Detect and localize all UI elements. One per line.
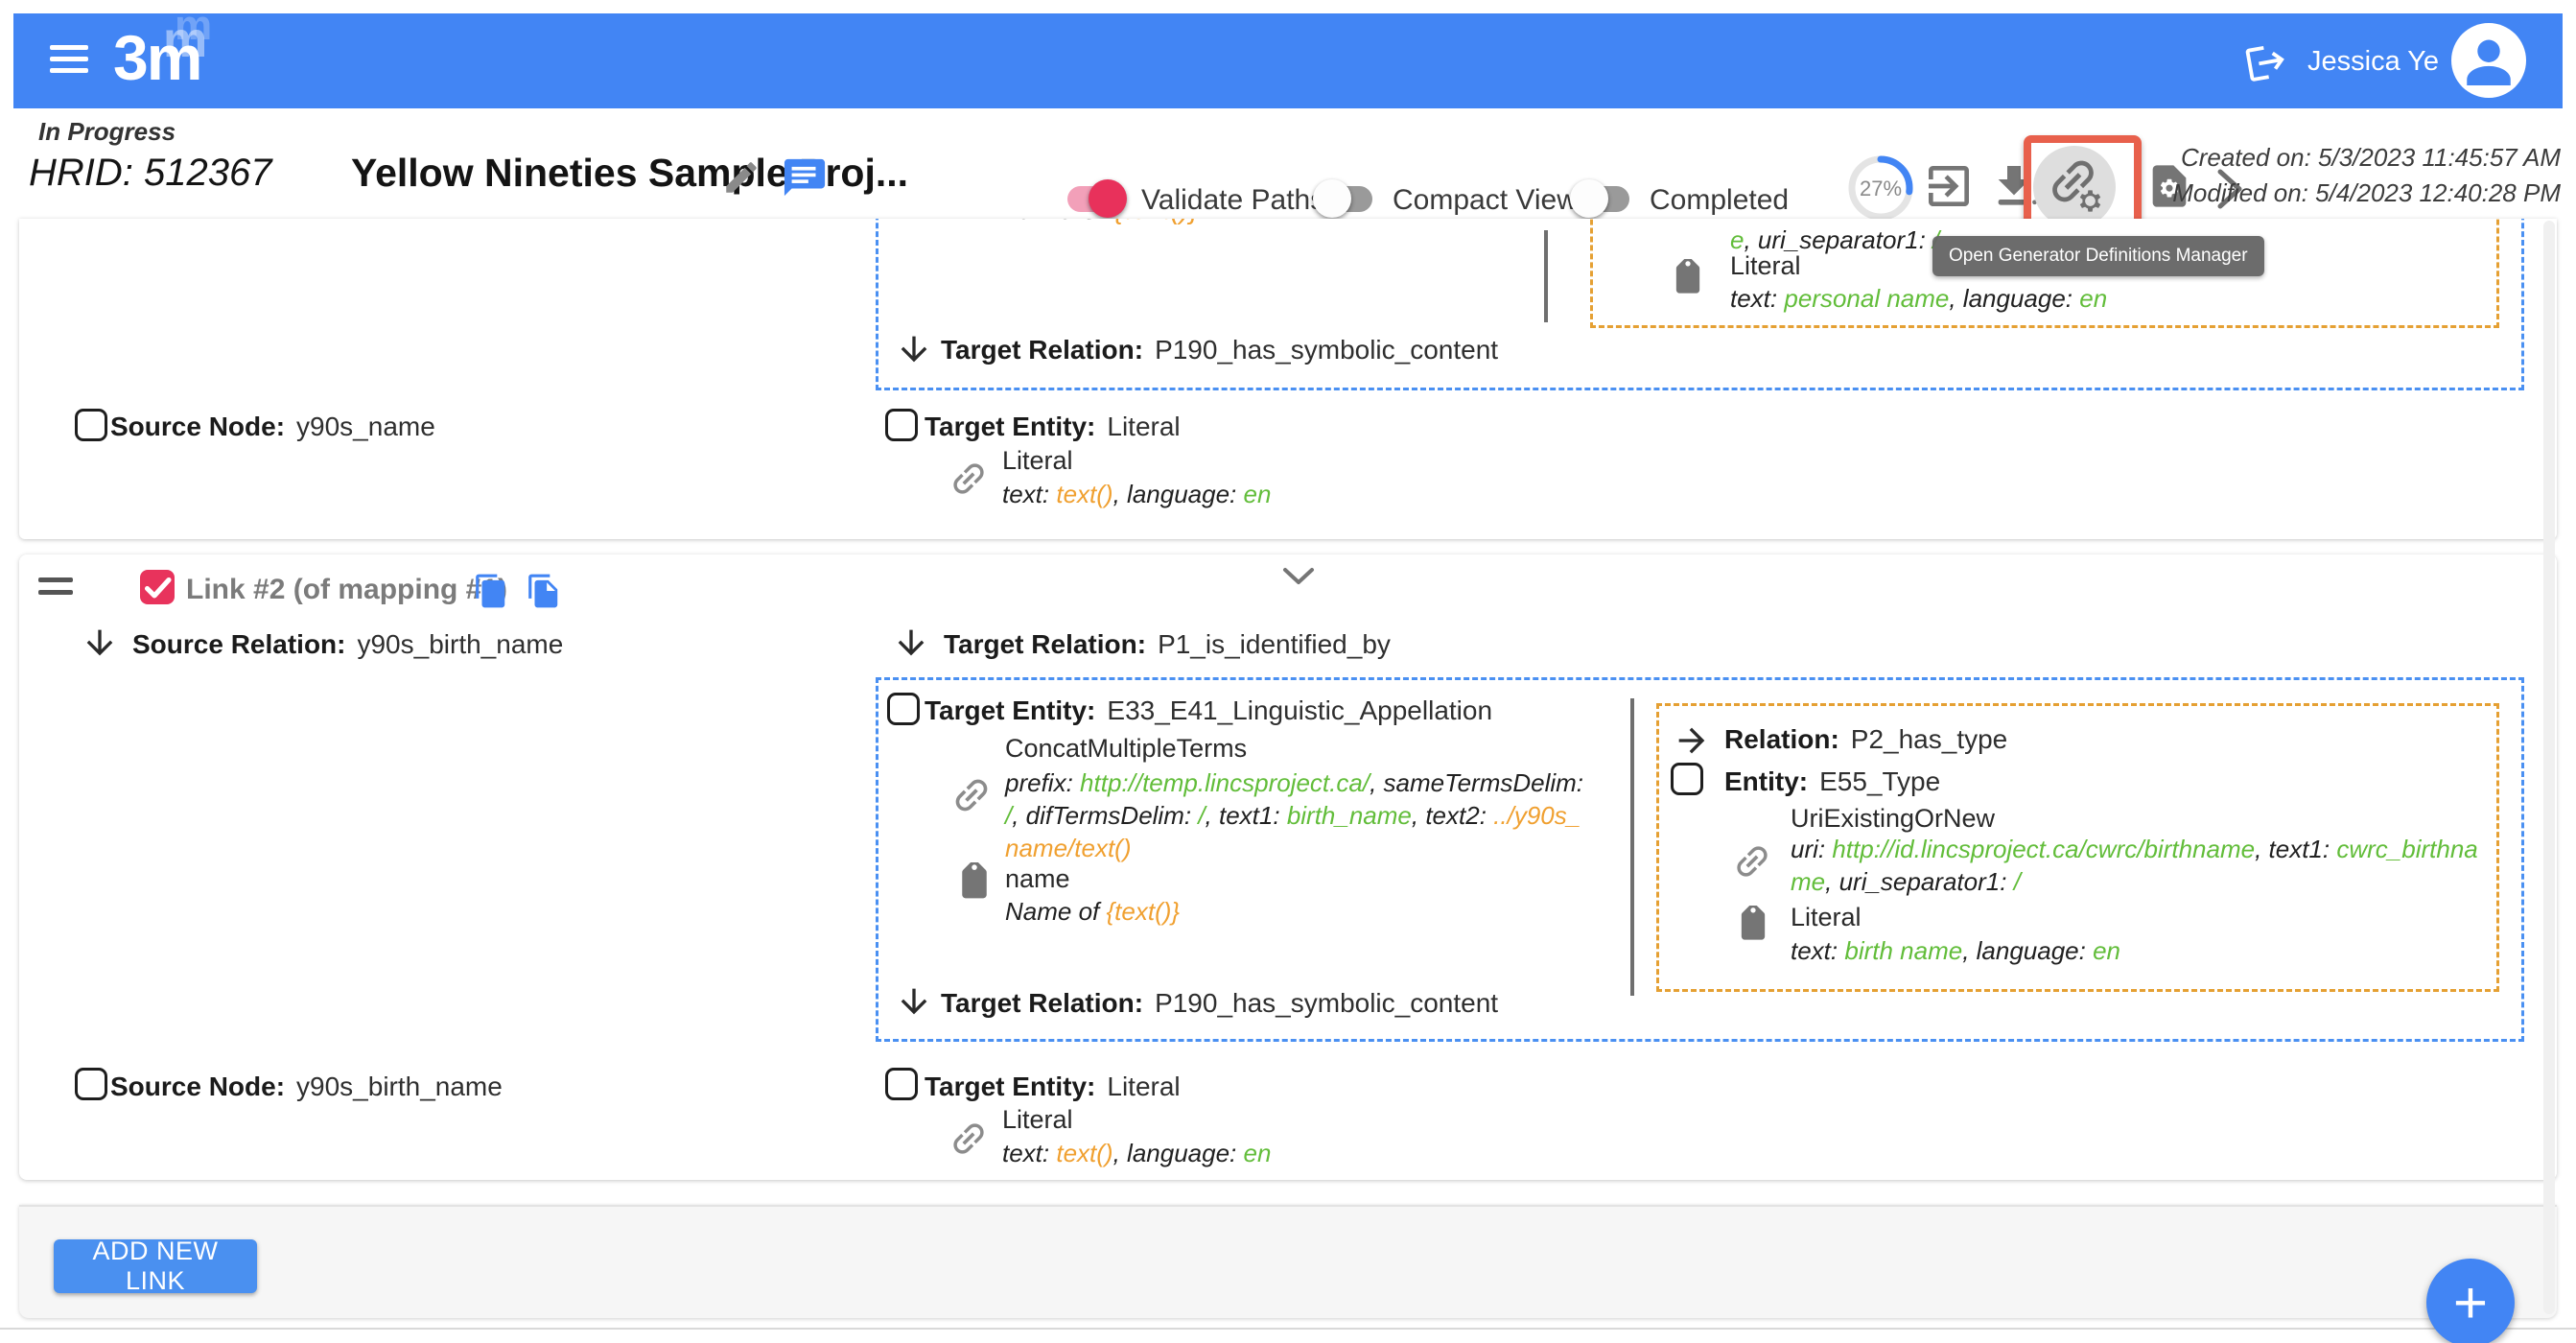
- tag-icon: [1668, 259, 1708, 299]
- intermediate-relation-value: P2_has_type: [1851, 724, 2007, 754]
- generator-line: prefix: http://temp.lincsproject.ca/, sa…: [1005, 766, 1590, 864]
- link-selected-checkbox[interactable]: [140, 570, 175, 604]
- down-arrow-icon: [895, 980, 933, 1023]
- label-generator-line: text: personal name, language: en: [1730, 282, 2107, 315]
- target-relation-row: Target Relation: P190_has_symbolic_conten…: [941, 335, 1498, 365]
- label-generator-line: Name of {text()}: [1005, 895, 1180, 928]
- completed-toggle[interactable]: [1574, 182, 1629, 215]
- target-entity-row: Target Entity:E33_E41_Linguistic_Appella…: [925, 695, 1492, 726]
- source-node-value: y90s_birth_name: [296, 1072, 503, 1101]
- scrollbar-track[interactable]: [2543, 221, 2555, 1314]
- down-arrow-icon: [895, 328, 933, 370]
- app-root: m m 3m Jessica Ye In Progress HRID: 5123…: [0, 0, 2576, 1343]
- compact-view-label: Compact View: [1393, 184, 1578, 217]
- link-chain-icon: [948, 449, 990, 508]
- import-mapping-icon[interactable]: [1922, 159, 1976, 213]
- intermediate-entity-value: E55_Type: [1819, 766, 1940, 796]
- tag-icon: [953, 862, 995, 905]
- app-logo[interactable]: m m 3m: [113, 19, 257, 104]
- progress-ring: 27%: [1843, 151, 1918, 225]
- link2-card: Link #2 (of mapping #1) Source Relation:…: [19, 554, 2557, 1180]
- target-entity-checkbox[interactable]: [887, 693, 920, 725]
- intermediate-entity-checkbox[interactable]: [1671, 763, 1703, 795]
- add-mapping-fab[interactable]: +: [2426, 1259, 2515, 1343]
- app-bar: m m 3m Jessica Ye: [13, 13, 2563, 108]
- literal-generator-line: text: text(), language: en: [1002, 1137, 1271, 1169]
- link-chain-icon: [1731, 833, 1773, 890]
- target-relation-top-value: P1_is_identified_by: [1158, 629, 1391, 659]
- literal-generator-name: Literal: [1002, 446, 1073, 476]
- source-node-row: Source Node:y90s_name: [110, 412, 435, 442]
- down-arrow-icon: [892, 622, 930, 664]
- target-relation-value: P190_has_symbolic_content: [1155, 335, 1498, 365]
- validate-paths-toggle[interactable]: [1067, 182, 1123, 215]
- down-arrow-icon: [81, 622, 119, 664]
- logout-icon[interactable]: [2240, 36, 2291, 87]
- hrid-label: HRID: 512367: [29, 152, 271, 195]
- target-relation-bottom-row: Target Relation:P190_has_symbolic_conten…: [941, 988, 1498, 1019]
- source-node-value: y90s_name: [296, 412, 435, 441]
- target-entity-bottom-value: Literal: [1107, 1072, 1180, 1101]
- literal-generator-line: text: text(), language: en: [1002, 478, 1271, 510]
- footer-band: [19, 1205, 2557, 1318]
- literal-generator-name: Literal: [1002, 1105, 1073, 1135]
- hamburger-menu-icon[interactable]: [50, 45, 88, 77]
- created-modified: Created on: 5/3/2023 11:45:57 AM Modifie…: [2172, 140, 2561, 211]
- generator-name: UriExistingOrNew: [1791, 804, 1995, 834]
- generator-line: uri: http://id.lincsproject.ca/cwrc/birt…: [1791, 833, 2486, 898]
- completed-label: Completed: [1650, 184, 1789, 217]
- modified-on: Modified on: 5/4/2023 12:40:28 PM: [2172, 176, 2561, 211]
- tooltip: Open Generator Definitions Manager: [1932, 236, 2264, 276]
- status-label: In Progress: [38, 117, 176, 147]
- edit-title-icon[interactable]: [721, 157, 761, 198]
- comment-icon[interactable]: [783, 155, 827, 200]
- copy-link-icon[interactable]: [473, 572, 509, 610]
- label-generator-name: name: [1005, 864, 1070, 894]
- target-entity-value: E33_E41_Linguistic_Appellation: [1107, 695, 1492, 725]
- link-chain-icon: [949, 765, 994, 826]
- source-relation-value: y90s_birth_name: [357, 629, 563, 659]
- source-relation-row: Source Relation:y90s_birth_name: [132, 629, 563, 660]
- source-node-checkbox[interactable]: [75, 409, 107, 441]
- tag-icon: [1733, 906, 1773, 946]
- target-entity-value: Literal: [1107, 412, 1180, 441]
- intermediate-entity-row: Entity:E55_Type: [1724, 766, 1940, 797]
- target-entity-row: Target Entity:Literal: [925, 412, 1181, 442]
- app-logo-text: 3m: [113, 21, 200, 94]
- drag-handle[interactable]: [38, 577, 73, 602]
- user-avatar[interactable]: [2451, 23, 2526, 98]
- label-generator-name: Literal: [1730, 251, 1801, 281]
- vertical-separator: [1544, 230, 1548, 322]
- duplicate-link-icon[interactable]: [526, 572, 562, 610]
- progress-value: 27%: [1860, 177, 1902, 200]
- validate-paths-label: Validate Paths: [1141, 184, 1324, 217]
- generator-name: ConcatMultipleTerms: [1005, 734, 1247, 764]
- vertical-separator: [1630, 698, 1634, 996]
- target-relation-top-row: Target Relation:P1_is_identified_by: [944, 629, 1391, 660]
- created-on: Created on: 5/3/2023 11:45:57 AM: [2172, 140, 2561, 176]
- target-entity-bottom-row: Target Entity:Literal: [925, 1072, 1181, 1102]
- collapse-chevron-icon[interactable]: [1281, 566, 1316, 587]
- source-node-checkbox[interactable]: [75, 1068, 107, 1100]
- intermediate-relation-row: Relation:P2_has_type: [1724, 724, 2007, 755]
- target-relation-bottom-value: P190_has_symbolic_content: [1155, 988, 1498, 1018]
- source-node-row: Source Node:y90s_birth_name: [110, 1072, 503, 1102]
- target-relation-label: Target Relation:: [941, 335, 1143, 365]
- label-generator-name: Literal: [1791, 903, 1862, 932]
- label-generator-line: text: birth name, language: en: [1791, 934, 2120, 967]
- user-name: Jessica Ye: [2307, 46, 2439, 77]
- compact-view-toggle[interactable]: [1317, 182, 1372, 215]
- right-arrow-icon: [1673, 721, 1711, 760]
- link-title: Link #2 (of mapping #1): [186, 574, 507, 606]
- window-bottom-edge: [0, 1328, 2576, 1330]
- link-chain-icon: [948, 1109, 990, 1168]
- target-entity-bottom-checkbox[interactable]: [885, 1068, 918, 1100]
- target-entity-checkbox[interactable]: [885, 409, 918, 441]
- add-new-link-button[interactable]: ADD NEW LINK: [54, 1239, 257, 1293]
